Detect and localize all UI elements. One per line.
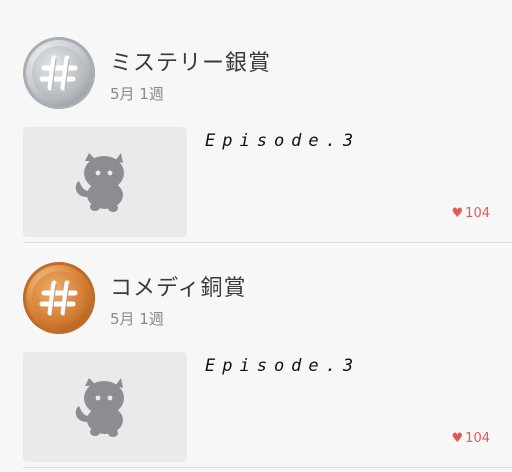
hash-icon bbox=[39, 55, 78, 91]
divider bbox=[23, 242, 512, 243]
like-count-value: 104 bbox=[465, 206, 490, 221]
heart-icon: ♥ bbox=[451, 206, 464, 221]
divider bbox=[23, 467, 512, 468]
heart-icon: ♥ bbox=[451, 431, 464, 446]
award-period: 5月 1週 bbox=[110, 310, 164, 328]
bronze-medal-icon bbox=[23, 262, 95, 334]
episode-thumbnail[interactable] bbox=[23, 127, 187, 237]
award-period: 5月 1週 bbox=[110, 85, 164, 103]
episode-label[interactable]: Episode.3 bbox=[205, 356, 360, 376]
hash-icon bbox=[39, 280, 78, 316]
award-card-comedy[interactable]: コメディ銅賞 5月 1週 Episode.3 ♥ 104 bbox=[0, 244, 512, 468]
episode-label[interactable]: Episode.3 bbox=[205, 131, 360, 151]
award-title: コメディ銅賞 bbox=[110, 276, 247, 301]
award-title: ミステリー銀賞 bbox=[110, 51, 272, 76]
like-count-value: 104 bbox=[465, 431, 490, 446]
like-count: ♥ 104 bbox=[452, 206, 490, 221]
episode-thumbnail[interactable] bbox=[23, 352, 187, 462]
award-card-mystery[interactable]: ミステリー銀賞 5月 1週 Episode.3 ♥ 104 bbox=[0, 19, 512, 243]
cat-placeholder-icon bbox=[75, 378, 124, 437]
silver-medal-icon bbox=[23, 37, 95, 109]
cat-placeholder-icon bbox=[75, 153, 124, 212]
like-count: ♥ 104 bbox=[452, 431, 490, 446]
